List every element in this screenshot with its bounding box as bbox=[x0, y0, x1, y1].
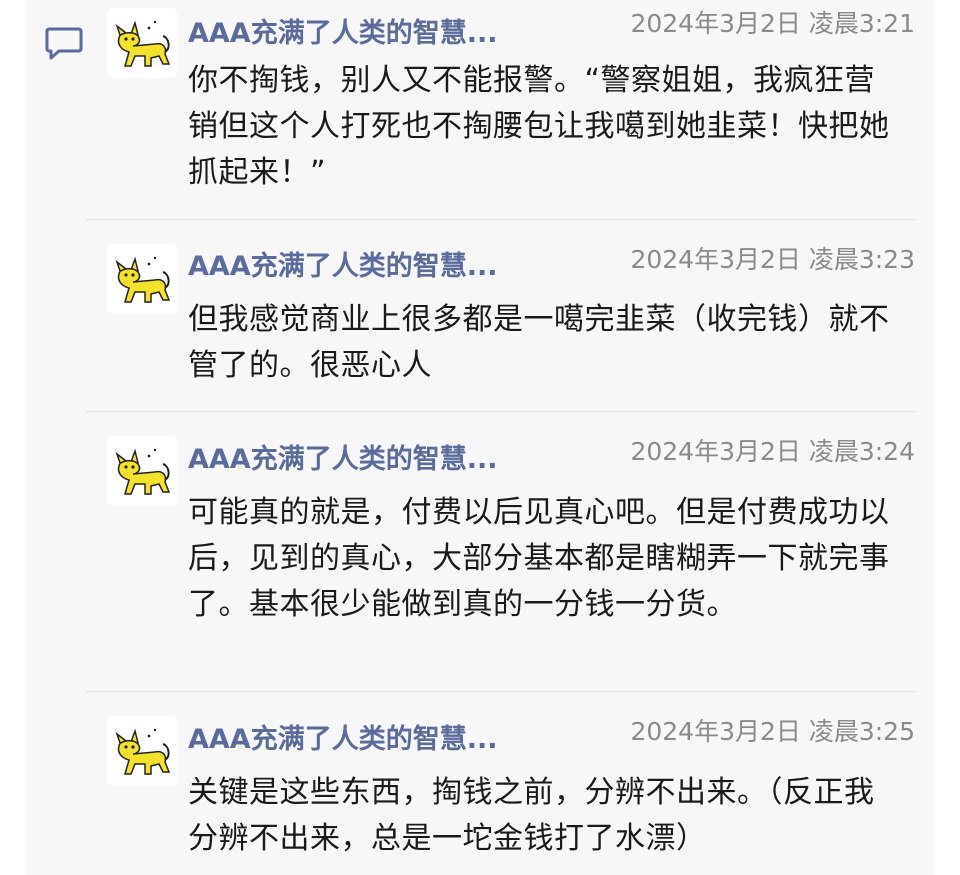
comment-body: 你不掏钱，别人又不能报警。“警察姐姐，我疯狂营销但这个人打死也不掏腰包让我噶到她… bbox=[188, 63, 890, 190]
comment-body: 关键是这些东西，掏钱之前，分辨不出来。（反正我分辨不出来，总是一坨金钱打了水漂） bbox=[188, 775, 875, 856]
yellow-cat-avatar-icon bbox=[115, 448, 171, 495]
page: AAA充满了人类的智慧... 2024年3月2日 凌晨3:21 你不掏钱，别人又… bbox=[0, 0, 960, 875]
comment-timestamp: 2024年3月2日 凌晨3:21 bbox=[630, 9, 915, 38]
comment-timestamp: 2024年3月2日 凌晨3:25 bbox=[630, 717, 915, 746]
avatar[interactable] bbox=[107, 716, 177, 786]
comment-divider bbox=[86, 219, 915, 220]
comment-author[interactable]: AAA充满了人类的智慧... bbox=[188, 722, 583, 758]
yellow-cat-avatar-icon bbox=[115, 728, 171, 775]
comment-timestamp: 2024年3月2日 凌晨3:23 bbox=[630, 245, 915, 274]
avatar[interactable] bbox=[107, 244, 177, 314]
comment-author[interactable]: AAA充满了人类的智慧... bbox=[188, 16, 583, 52]
comment-timestamp: 2024年3月2日 凌晨3:24 bbox=[630, 437, 915, 466]
comment-bubble-icon[interactable] bbox=[45, 26, 83, 60]
avatar[interactable] bbox=[107, 8, 177, 78]
comment-body: 可能真的就是，付费以后见真心吧。但是付费成功以后，见到的真心，大部分基本都是瞎糊… bbox=[188, 495, 890, 622]
avatar[interactable] bbox=[107, 436, 177, 506]
yellow-cat-avatar-icon bbox=[115, 20, 171, 67]
yellow-cat-avatar-icon bbox=[115, 256, 171, 303]
comment-author[interactable]: AAA充满了人类的智慧... bbox=[188, 249, 583, 285]
comment-divider bbox=[86, 691, 915, 692]
comment-divider bbox=[86, 411, 915, 412]
comment-body: 但我感觉商业上很多都是一噶完韭菜（收完钱）就不管了的。很恶心人 bbox=[188, 302, 890, 383]
comment-author[interactable]: AAA充满了人类的智慧... bbox=[188, 442, 583, 478]
